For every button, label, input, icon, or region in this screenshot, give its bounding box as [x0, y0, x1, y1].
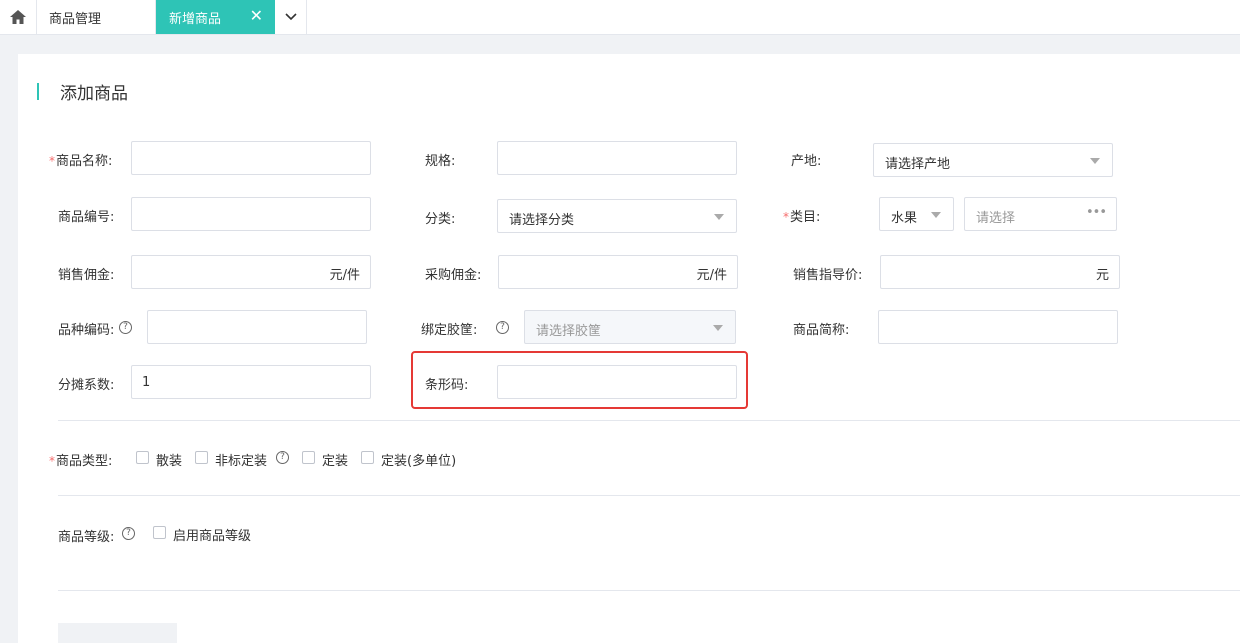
category-label: 分类: — [425, 212, 456, 227]
barcode-highlight-box — [411, 351, 748, 409]
subclass-picker[interactable]: 请选择 ••• — [964, 197, 1117, 231]
required-mark: * — [49, 154, 55, 168]
share-ratio-label: 分摊系数: — [58, 378, 115, 393]
origin-label: 产地: — [791, 154, 822, 169]
chevron-down-icon — [284, 13, 297, 21]
purchase-commission-input[interactable]: 元/件 — [498, 255, 738, 289]
sales-commission-input[interactable]: 元/件 — [131, 255, 371, 289]
basket-label: 绑定胶筐: — [421, 323, 478, 338]
checkbox-enable-grade-label: 启用商品等级 — [173, 529, 252, 544]
spec-text[interactable] — [498, 142, 736, 174]
short-name-text[interactable] — [879, 311, 1117, 343]
category-select[interactable]: 请选择分类 — [497, 199, 737, 233]
goods-name-label: *商品名称: — [49, 154, 113, 169]
subclass-placeholder: 请选择 — [976, 211, 1016, 226]
tab-goods-management[interactable]: 商品管理 — [37, 0, 156, 34]
goods-name-input[interactable] — [131, 141, 371, 175]
share-ratio-input[interactable] — [131, 365, 371, 399]
purchase-commission-label: 采购佣金: — [425, 268, 482, 283]
close-icon[interactable]: ✕ — [250, 8, 263, 24]
caret-down-icon — [713, 325, 723, 331]
checkbox-enable-grade[interactable] — [153, 526, 166, 539]
origin-select[interactable]: 请选择产地 — [873, 143, 1113, 177]
divider — [58, 420, 1240, 421]
guide-price-input[interactable]: 元 — [880, 255, 1120, 289]
variety-code-input[interactable] — [147, 310, 367, 344]
checkbox-fixed-multi[interactable] — [361, 451, 374, 464]
home-icon — [10, 10, 26, 24]
divider — [58, 590, 1240, 591]
help-icon[interactable]: ? — [496, 321, 509, 334]
tab-bar: 商品管理 新增商品 ✕ — [0, 0, 1240, 35]
class-select[interactable]: 水果 — [879, 197, 954, 231]
title-accent-bar — [37, 83, 39, 100]
form-panel: 添加商品 *商品名称: 规格: 产地: 请选择产地 商品编号: 分类: 请选择分… — [18, 54, 1240, 643]
product-grade-label: 商品等级: — [58, 530, 115, 545]
guide-price-label: 销售指导价: — [793, 268, 863, 283]
class-label: *类目: — [783, 210, 821, 225]
more-icon[interactable]: ••• — [1086, 205, 1107, 220]
short-name-input[interactable] — [878, 310, 1118, 344]
basket-select-value: 请选择胶筐 — [536, 324, 602, 339]
checkbox-fixed-multi-label: 定装(多单位) — [381, 454, 457, 469]
required-mark: * — [783, 210, 789, 224]
category-select-value: 请选择分类 — [509, 213, 575, 228]
help-icon[interactable]: ? — [276, 451, 289, 464]
checkbox-nonstandard[interactable] — [195, 451, 208, 464]
help-icon[interactable]: ? — [122, 527, 135, 540]
caret-down-icon — [1090, 158, 1100, 164]
checkbox-fixed-label: 定装 — [322, 454, 349, 469]
caret-down-icon — [931, 212, 941, 218]
tab-new-goods-label: 新增商品 — [169, 11, 222, 27]
short-name-label: 商品简称: — [793, 323, 850, 338]
guide-price-text[interactable] — [881, 256, 1119, 288]
sales-commission-unit: 元/件 — [329, 268, 360, 283]
spec-input[interactable] — [497, 141, 737, 175]
variety-code-label: 品种编码: — [58, 323, 115, 338]
variety-code-text[interactable] — [148, 311, 366, 343]
caret-down-icon — [714, 214, 724, 220]
sales-commission-label: 销售佣金: — [58, 268, 115, 283]
goods-code-label: 商品编号: — [58, 210, 115, 225]
goods-code-input[interactable] — [131, 197, 371, 231]
divider — [58, 495, 1240, 496]
class-select-value: 水果 — [891, 211, 918, 226]
goods-name-text[interactable] — [132, 142, 370, 174]
guide-price-unit: 元 — [1095, 268, 1109, 283]
checkbox-bulk[interactable] — [136, 451, 149, 464]
spec-label: 规格: — [425, 154, 456, 169]
required-mark: * — [49, 454, 55, 468]
home-tab[interactable] — [0, 0, 37, 34]
bottom-button[interactable] — [58, 623, 177, 643]
product-type-label: *商品类型: — [49, 454, 113, 469]
goods-code-text[interactable] — [132, 198, 370, 230]
help-icon[interactable]: ? — [119, 321, 132, 334]
checkbox-nonstandard-label: 非标定装 — [215, 454, 268, 469]
purchase-commission-unit: 元/件 — [696, 268, 727, 283]
checkbox-fixed[interactable] — [302, 451, 315, 464]
checkbox-bulk-label: 散装 — [156, 454, 183, 469]
tab-new-goods[interactable]: 新增商品 ✕ — [156, 0, 275, 34]
tab-goods-management-label: 商品管理 — [49, 11, 102, 27]
page-title: 添加商品 — [60, 84, 128, 104]
origin-select-value: 请选择产地 — [885, 157, 951, 172]
basket-select[interactable]: 请选择胶筐 — [524, 310, 736, 344]
tab-more-button[interactable] — [275, 0, 307, 34]
share-ratio-text[interactable] — [132, 366, 370, 398]
